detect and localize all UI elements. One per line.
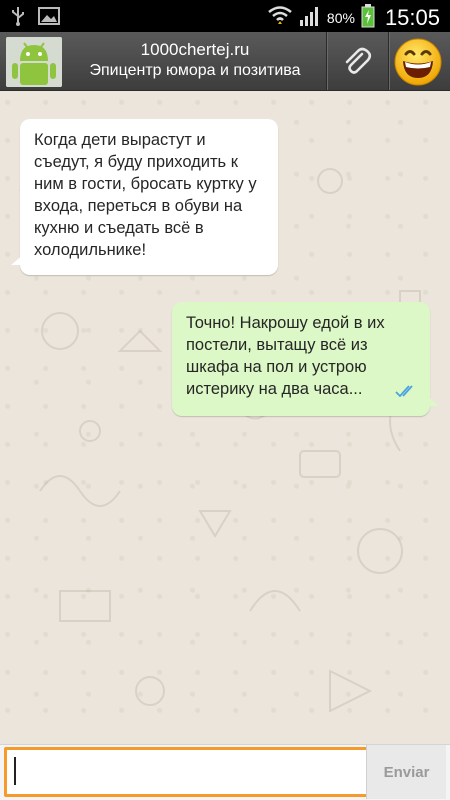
clock: 15:05	[384, 5, 440, 30]
signal-icon	[299, 5, 321, 31]
battery-percent: 80%	[326, 10, 355, 26]
message-input[interactable]	[4, 747, 374, 797]
double-check-icon	[394, 382, 418, 404]
chat-area[interactable]: Когда дети вырастут и съедут, я буду при…	[0, 91, 450, 744]
contact-avatar[interactable]	[6, 37, 62, 87]
message-text: Когда дети вырастут и съедут, я буду при…	[34, 131, 257, 259]
paperclip-icon	[345, 47, 372, 74]
emoji-button[interactable]	[392, 36, 444, 88]
text-caret	[14, 757, 16, 785]
message-text: Точно! Накрошу едой в их постели, вытащу…	[186, 314, 385, 398]
wifi-icon	[267, 5, 293, 31]
bubble-tail	[11, 255, 23, 265]
message-bubble-outgoing[interactable]: Точно! Накрошу едой в их постели, вытащу…	[172, 302, 439, 416]
composer-bar: Enviar	[0, 744, 450, 800]
gallery-icon	[38, 7, 60, 29]
android-robot-icon	[6, 37, 62, 87]
chat-header: 1000chertej.ru Эпицентр юмора и позитива	[0, 32, 450, 91]
bubble-tail	[427, 396, 439, 406]
battery-icon	[361, 4, 375, 32]
contact-name: 1000chertej.ru	[140, 40, 250, 59]
message-bubble-incoming[interactable]: Когда дети вырастут и съедут, я буду при…	[11, 119, 278, 275]
contact-status: Эпицентр юмора и позитива	[89, 62, 301, 79]
header-divider	[326, 32, 328, 90]
status-bar: 80% 15:05	[0, 0, 450, 32]
usb-icon	[10, 6, 26, 30]
contact-title[interactable]: 1000chertej.ru Эпицентр юмора и позитива	[70, 40, 320, 82]
header-divider	[388, 32, 390, 90]
send-button[interactable]: Enviar	[366, 745, 446, 799]
smiley-face-icon	[394, 38, 442, 86]
attach-button[interactable]	[330, 40, 384, 84]
